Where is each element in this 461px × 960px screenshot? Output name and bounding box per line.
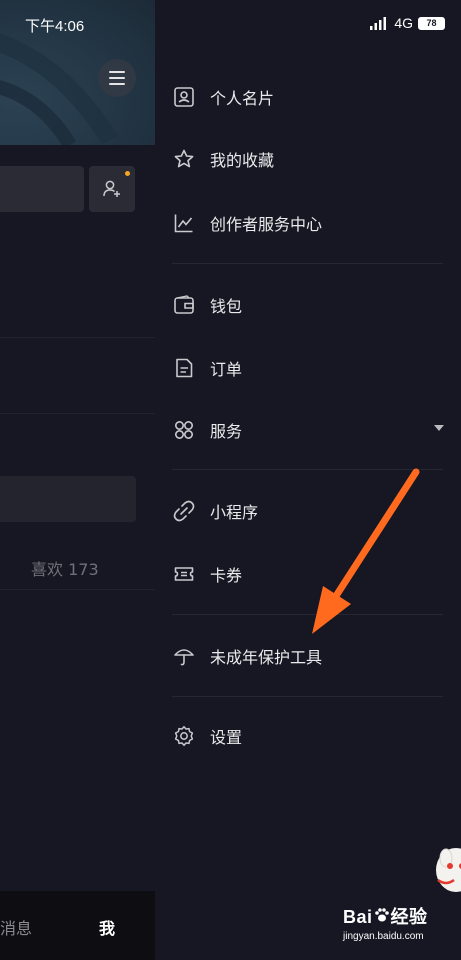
hamburger-menu-button[interactable] <box>98 59 136 97</box>
divider <box>0 413 155 414</box>
gear-icon <box>172 724 196 748</box>
tab-messages[interactable]: 消息 <box>0 915 32 939</box>
drawer-item-mini-programs[interactable]: 小程序 <box>172 491 442 531</box>
drawer-item-label: 小程序 <box>210 503 259 522</box>
notification-dot <box>125 171 130 176</box>
battery-indicator: 78 <box>418 16 445 30</box>
divider <box>0 589 155 590</box>
paw-icon <box>373 907 391 928</box>
chart-line-icon <box>172 211 196 235</box>
grid-services-icon <box>172 418 196 442</box>
status-indicators: 4G 78 <box>369 15 445 31</box>
divider <box>172 263 443 264</box>
divider <box>172 696 443 697</box>
likes-tab[interactable]: 喜欢 173 <box>31 556 99 580</box>
divider <box>0 337 155 338</box>
watermark-brand-left: Bai <box>343 907 373 927</box>
umbrella-icon <box>172 644 196 668</box>
drawer-item-services[interactable]: 服务 <box>172 410 444 450</box>
add-friend-button[interactable] <box>89 166 135 212</box>
star-icon <box>172 147 196 171</box>
watermark-brand: Bai 经验 <box>343 903 428 929</box>
drawer-item-label: 我的收藏 <box>210 151 275 170</box>
mini-program-link-icon <box>172 499 196 523</box>
divider <box>172 469 443 470</box>
drawer-item-label: 服务 <box>210 422 243 441</box>
wallet-icon <box>172 293 196 317</box>
drawer-item-favorites[interactable]: 我的收藏 <box>172 139 442 179</box>
mascot-icon <box>436 848 461 892</box>
bottom-tab-bar: 消息 我 <box>0 891 155 960</box>
drawer-item-label: 设置 <box>210 728 243 747</box>
chevron-down-icon[interactable] <box>434 425 444 431</box>
coupon-ticket-icon <box>172 562 196 586</box>
contact-card-icon <box>172 85 196 109</box>
add-user-icon <box>103 180 120 197</box>
edit-profile-button[interactable] <box>0 166 84 212</box>
drawer-item-wallet[interactable]: 钱包 <box>172 285 442 325</box>
drawer-item-creator-center[interactable]: 创作者服务中心 <box>172 203 442 243</box>
profile-card-row[interactable] <box>0 476 136 522</box>
order-document-icon <box>172 356 196 380</box>
watermark-url: jingyan.baidu.com <box>343 931 424 942</box>
drawer-item-label: 钱包 <box>210 297 243 316</box>
drawer-item-label: 未成年保护工具 <box>210 648 323 667</box>
divider <box>172 614 443 615</box>
status-time: 下午4:06 <box>25 18 85 35</box>
profile-page-background: 下午4:06 喜欢 173 消息 我 <box>0 0 155 960</box>
watermark-brand-right: 经验 <box>390 907 428 927</box>
tab-me[interactable]: 我 <box>99 915 115 939</box>
drawer-item-label: 创作者服务中心 <box>210 215 323 234</box>
baidu-jingyan-watermark: Bai 经验 jingyan.baidu.com <box>343 903 428 942</box>
drawer-item-profile-card[interactable]: 个人名片 <box>172 77 442 117</box>
drawer-item-label: 个人名片 <box>210 89 275 108</box>
drawer-item-label: 卡券 <box>210 566 243 585</box>
drawer-item-settings[interactable]: 设置 <box>172 716 442 756</box>
drawer-item-minor-protection[interactable]: 未成年保护工具 <box>172 636 442 676</box>
drawer-item-orders[interactable]: 订单 <box>172 348 442 388</box>
drawer-item-label: 订单 <box>210 360 243 379</box>
signal-icon <box>370 17 387 30</box>
side-drawer: 4G 78 个人名片 我的收藏 创作者服务中心 钱包 订单 服务 小程序 卡券 … <box>155 0 461 960</box>
drawer-item-coupons[interactable]: 卡券 <box>172 554 442 594</box>
network-type: 4G <box>394 15 413 31</box>
